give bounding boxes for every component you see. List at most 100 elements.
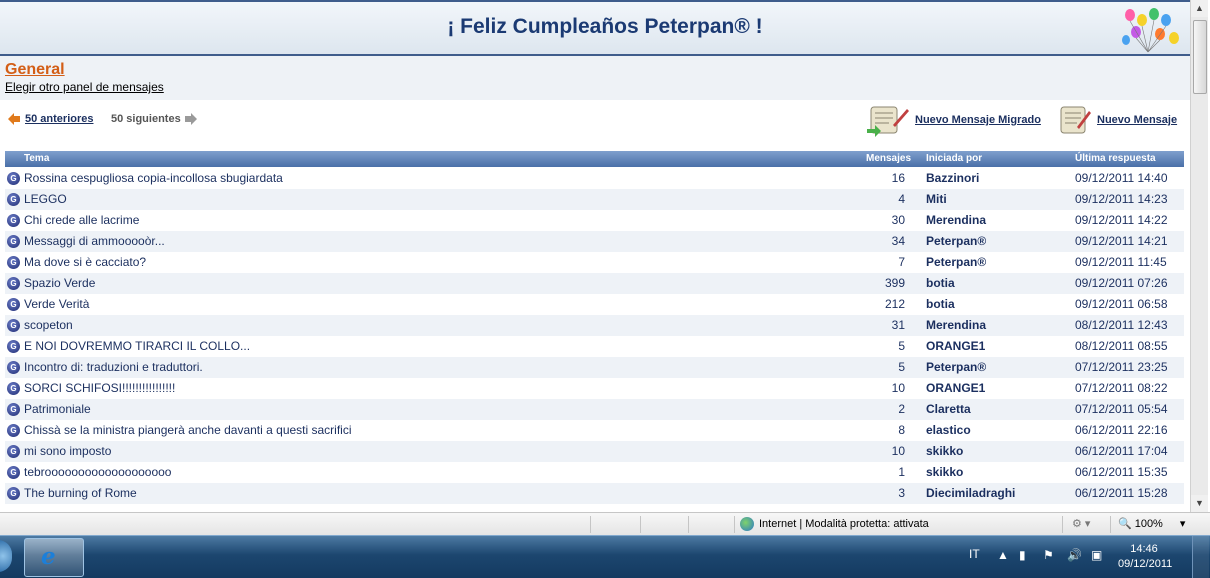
show-desktop-button[interactable] — [1192, 536, 1209, 578]
column-last-reply[interactable]: Última respuesta — [1075, 153, 1156, 164]
topic-link[interactable]: scopeton — [24, 318, 73, 332]
last-reply-date: 09/12/2011 11:45 — [1075, 255, 1167, 269]
status-divider — [688, 516, 689, 533]
clock[interactable]: 14:46 09/12/2011 — [1118, 542, 1172, 572]
topic-status-icon: G — [7, 445, 20, 458]
zoom-control[interactable]: 🔍 100% ▾ — [1118, 517, 1186, 531]
topic-status-icon: G — [7, 487, 20, 500]
table-row: G Spazio Verde 399 botia 09/12/2011 07:26 — [5, 273, 1184, 294]
topic-link[interactable]: Chissà se la ministra piangerà anche dav… — [24, 423, 352, 437]
column-started-by[interactable]: Iniciada por — [926, 153, 982, 164]
birthday-banner: ¡ Feliz Cumpleaños Peterpan® ! — [0, 0, 1190, 56]
last-reply-date: 09/12/2011 07:26 — [1075, 276, 1168, 290]
topic-link[interactable]: Patrimoniale — [24, 402, 91, 416]
table-row: G Ma dove si è cacciato? 7 Peterpan® 09/12/2… — [5, 252, 1184, 273]
message-count: 7 — [898, 255, 905, 269]
author-link[interactable]: Diecimiladraghi — [926, 486, 1015, 500]
table-row: Gmi sono imposto 10 skikko 06/12/2011 17:04 — [5, 441, 1184, 462]
author-link[interactable]: Bazzinori — [926, 171, 979, 185]
topics-table-header: Tema Mensajes Iniciada por Última respue… — [5, 151, 1184, 167]
topic-link[interactable]: Spazio Verde — [24, 276, 95, 290]
topic-link[interactable]: Ma dove si è cacciato? — [24, 255, 146, 269]
topic-link[interactable]: The burning of Rome — [24, 486, 137, 500]
author-link[interactable]: Merendina — [926, 213, 986, 227]
taskbar-internet-explorer[interactable]: e — [24, 538, 84, 577]
scroll-down-icon[interactable]: ▼ — [1191, 495, 1208, 512]
table-row: G Chissà se la ministra piangerà anche da… — [5, 420, 1184, 441]
topic-link[interactable]: Rossina cespugliosa copia-incollosa sbug… — [24, 171, 283, 185]
last-reply-date: 09/12/2011 14:23 — [1075, 192, 1168, 206]
arrow-left-icon — [8, 113, 20, 125]
chevron-down-icon: ▾ — [1179, 518, 1186, 530]
topic-link[interactable]: tebrooooooooooooooooooo — [24, 465, 171, 479]
security-zone[interactable]: Internet | Modalità protetta: attivata — [740, 517, 929, 531]
language-indicator[interactable]: IT — [969, 547, 980, 561]
author-link[interactable]: skikko — [926, 444, 963, 458]
table-row: G Verde Verità 212 botia 09/12/2011 06:58 — [5, 294, 1184, 315]
scrollbar-thumb[interactable] — [1193, 20, 1207, 94]
device-icon[interactable]: ▮ — [1019, 548, 1026, 562]
vertical-scrollbar[interactable]: ▲ ▼ — [1190, 0, 1208, 512]
last-reply-date: 09/12/2011 06:58 — [1075, 297, 1168, 311]
message-count: 399 — [884, 276, 905, 290]
scroll-up-icon[interactable]: ▲ — [1191, 0, 1208, 17]
section-header — [0, 56, 1190, 100]
last-reply-date: 06/12/2011 22:16 — [1075, 423, 1168, 437]
browser-page: ¡ Feliz Cumpleaños Peterpan® ! General E… — [0, 0, 1190, 512]
author-link[interactable]: ORANGE1 — [926, 381, 985, 395]
table-row: G Patrimoniale 2 Claretta 07/12/2011 05:54 — [5, 399, 1184, 420]
topic-status-icon: G — [7, 466, 20, 479]
start-button[interactable] — [0, 540, 12, 572]
safety-gear-icon[interactable]: ⚙ ▾ — [1072, 517, 1090, 530]
volume-icon[interactable]: 🔊 — [1067, 548, 1082, 562]
author-link[interactable]: botia — [926, 297, 955, 311]
table-row: G E NOI DOVREMMO TIRARCI IL COLLO... 5 ORAN… — [5, 336, 1184, 357]
table-row: G Incontro di: traduzioni e traduttori. 5 P… — [5, 357, 1184, 378]
security-zone-label: Internet | Modalità protetta: attivata — [759, 518, 929, 530]
topic-link[interactable]: Incontro di: traduzioni e traduttori. — [24, 360, 203, 374]
next-page-link[interactable]: 50 siguientes — [111, 113, 198, 125]
topic-link[interactable]: LEGGO — [24, 192, 67, 206]
new-message-button[interactable]: Nuevo Mensaje — [1057, 103, 1177, 137]
author-link[interactable]: Peterpan® — [926, 234, 986, 248]
topic-link[interactable]: Messaggi di ammooooòr... — [24, 234, 165, 248]
new-message-label: Nuevo Mensaje — [1097, 114, 1178, 126]
topic-status-icon: G — [7, 382, 20, 395]
author-link[interactable]: ORANGE1 — [926, 339, 985, 353]
last-reply-date: 08/12/2011 08:55 — [1075, 339, 1168, 353]
column-message-count[interactable]: Mensajes — [866, 153, 911, 164]
author-link[interactable]: Merendina — [926, 318, 986, 332]
forum-name-link[interactable]: General — [5, 61, 65, 79]
topic-link[interactable]: Chi crede alle lacrime — [24, 213, 139, 227]
show-hidden-icons-icon[interactable]: ▲ — [997, 548, 1009, 562]
clock-time: 14:46 — [1130, 543, 1158, 555]
table-row: Gtebrooooooooooooooooooo 1 skikko 06/12/201… — [5, 462, 1184, 483]
author-link[interactable]: botia — [926, 276, 955, 290]
author-link[interactable]: Claretta — [926, 402, 971, 416]
previous-page-link[interactable]: 50 anteriores — [8, 113, 93, 125]
author-link[interactable]: Peterpan® — [926, 255, 986, 269]
migrated-message-icon — [867, 106, 909, 137]
last-reply-date: 09/12/2011 14:21 — [1075, 234, 1168, 248]
topic-link[interactable]: mi sono imposto — [24, 444, 111, 458]
network-icon[interactable]: ▣ — [1091, 548, 1102, 562]
action-center-flag-icon[interactable]: ⚑ — [1043, 548, 1054, 562]
author-link[interactable]: Peterpan® — [926, 360, 986, 374]
choose-board-link[interactable]: Elegir otro panel de mensajes — [5, 80, 164, 94]
topic-status-icon: G — [7, 277, 20, 290]
topic-status-icon: G — [7, 214, 20, 227]
column-topic[interactable]: Tema — [24, 153, 49, 164]
author-link[interactable]: Miti — [926, 192, 947, 206]
internet-explorer-icon: e — [41, 543, 56, 570]
new-message-icon — [1060, 106, 1091, 134]
last-reply-date: 08/12/2011 12:43 — [1075, 318, 1168, 332]
author-link[interactable]: skikko — [926, 465, 963, 479]
message-count: 3 — [898, 486, 905, 500]
topic-link[interactable]: Verde Verità — [24, 297, 89, 311]
message-count: 5 — [898, 339, 905, 353]
new-migrated-message-button[interactable]: Nuevo Mensaje Migrado — [865, 103, 1041, 137]
topic-link[interactable]: SORCI SCHIFOSI!!!!!!!!!!!!!!!! — [24, 381, 175, 395]
author-link[interactable]: elastico — [926, 423, 971, 437]
table-row: G Chi crede alle lacrime 30 Merendina 09/12/… — [5, 210, 1184, 231]
topic-link[interactable]: E NOI DOVREMMO TIRARCI IL COLLO... — [24, 339, 250, 353]
